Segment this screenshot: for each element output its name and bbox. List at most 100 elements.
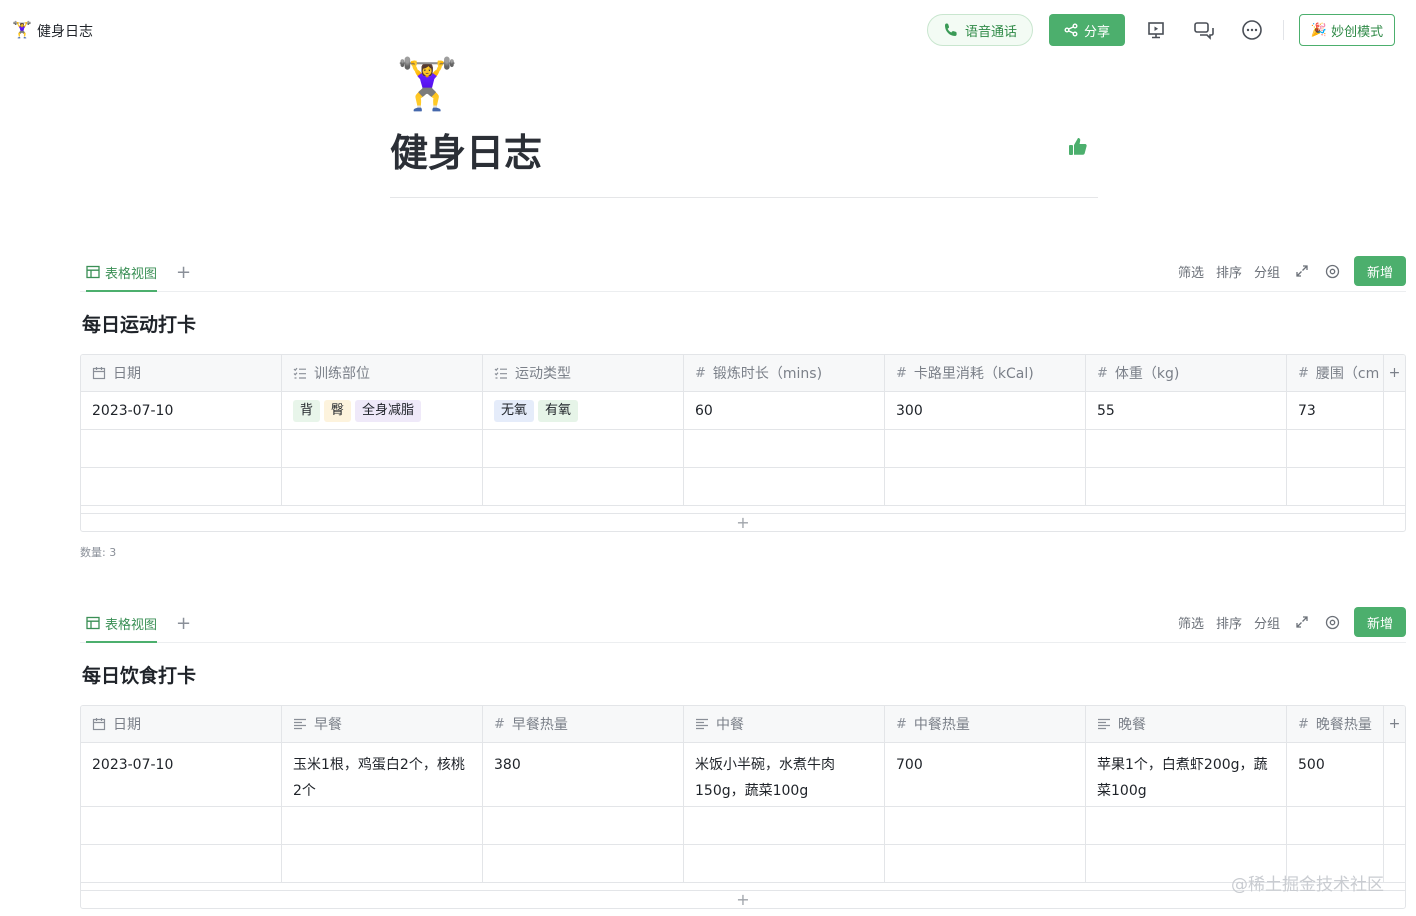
calories-cell[interactable]: 300	[885, 392, 1086, 429]
dinner-cell[interactable]: 苹果1个，白煮虾200g，蔬菜100g	[1086, 743, 1287, 806]
breakfast-cell[interactable]: 玉米1根，鸡蛋白2个，核桃2个	[282, 743, 483, 806]
voice-call-button[interactable]: 语音通话	[927, 14, 1033, 46]
empty-cell[interactable]	[483, 468, 684, 505]
empty-cell[interactable]	[483, 430, 684, 467]
expand-icon[interactable]	[1292, 261, 1312, 281]
tab-table-view[interactable]: 表格视图	[86, 605, 158, 643]
body-part-cell[interactable]: 背 臀 全身减脂	[282, 392, 483, 429]
row-filler	[1384, 468, 1405, 505]
party-icon: 🎉	[1310, 22, 1328, 38]
new-record-button[interactable]: 新增	[1354, 607, 1406, 637]
column-header[interactable]: # 锻炼时长（mins)	[684, 355, 885, 391]
text-icon	[695, 717, 709, 731]
empty-cell[interactable]	[483, 807, 684, 844]
more-icon[interactable]	[1240, 18, 1264, 42]
empty-cell[interactable]	[282, 430, 483, 467]
date-cell[interactable]: 2023-07-10	[81, 743, 282, 806]
add-view-icon[interactable]: +	[176, 262, 191, 283]
column-header[interactable]: # 腰围（cm	[1287, 355, 1384, 391]
empty-cell[interactable]	[1287, 430, 1384, 467]
column-header[interactable]: # 体重（kg)	[1086, 355, 1287, 391]
table-row[interactable]	[81, 430, 1405, 468]
expand-icon[interactable]	[1292, 612, 1312, 632]
sort-button[interactable]: 排序	[1216, 613, 1242, 632]
database-title[interactable]: 每日饮食打卡	[80, 661, 1406, 689]
comment-icon[interactable]	[1192, 18, 1216, 42]
dinner-kcal-cell[interactable]: 500	[1287, 743, 1384, 806]
calendar-icon	[92, 717, 106, 731]
breakfast-kcal-cell[interactable]: 380	[483, 743, 684, 806]
empty-cell[interactable]	[81, 430, 282, 467]
empty-cell[interactable]	[684, 430, 885, 467]
settings-icon[interactable]	[1322, 261, 1342, 281]
sort-button[interactable]: 排序	[1216, 262, 1242, 281]
column-header[interactable]: # 中餐热量	[885, 706, 1086, 742]
empty-cell[interactable]	[885, 807, 1086, 844]
add-view-icon[interactable]: +	[176, 613, 191, 634]
number-icon: #	[494, 716, 505, 732]
empty-cell[interactable]	[282, 845, 483, 882]
share-button[interactable]: 分享	[1049, 14, 1125, 46]
column-header[interactable]: 日期	[81, 355, 282, 391]
empty-cell[interactable]	[81, 845, 282, 882]
table-header: 日期 训练部位 运动类型 # 锻炼时长（mins) # 卡路里消耗（kCal) # 体…	[81, 355, 1405, 392]
empty-cell[interactable]	[684, 807, 885, 844]
table-row[interactable]: 2023-07-10 玉米1根，鸡蛋白2个，核桃2个 380 米饭小半碗，水煮牛…	[81, 743, 1405, 807]
share-label: 分享	[1083, 24, 1110, 40]
empty-cell[interactable]	[885, 845, 1086, 882]
table-row[interactable]	[81, 807, 1405, 845]
column-header[interactable]: 中餐	[684, 706, 885, 742]
empty-cell[interactable]	[282, 807, 483, 844]
lunch-cell[interactable]: 米饭小半碗，水煮牛肉150g，蔬菜100g	[684, 743, 885, 806]
empty-cell[interactable]	[885, 468, 1086, 505]
row-filler	[1384, 845, 1405, 882]
thumbs-up-icon[interactable]	[1066, 135, 1090, 159]
page-title[interactable]: 健身日志	[390, 122, 542, 177]
group-button[interactable]: 分组	[1254, 613, 1280, 632]
duration-cell[interactable]: 60	[684, 392, 885, 429]
group-button[interactable]: 分组	[1254, 262, 1280, 281]
empty-cell[interactable]	[282, 468, 483, 505]
page-emoji-icon[interactable]: 🏋️‍♀️	[396, 56, 458, 112]
column-header[interactable]: 早餐	[282, 706, 483, 742]
column-header[interactable]: # 卡路里消耗（kCal)	[885, 355, 1086, 391]
table-row[interactable]	[81, 845, 1405, 883]
empty-cell[interactable]	[684, 468, 885, 505]
empty-cell[interactable]	[1287, 807, 1384, 844]
lunch-kcal-cell[interactable]: 700	[885, 743, 1086, 806]
magic-mode-button[interactable]: 🎉 妙创模式	[1299, 14, 1395, 46]
filter-button[interactable]: 筛选	[1178, 262, 1204, 281]
column-header[interactable]: # 早餐热量	[483, 706, 684, 742]
add-column-icon[interactable]: +	[1384, 355, 1405, 391]
tab-table-view[interactable]: 表格视图	[86, 254, 158, 292]
type-cell[interactable]: 无氧 有氧	[483, 392, 684, 429]
column-header[interactable]: 晚餐	[1086, 706, 1287, 742]
empty-cell[interactable]	[1287, 468, 1384, 505]
add-column-icon[interactable]: +	[1384, 706, 1405, 742]
empty-cell[interactable]	[1086, 807, 1287, 844]
add-row-icon[interactable]: +	[81, 890, 1405, 908]
new-record-button[interactable]: 新增	[1354, 256, 1406, 286]
column-header[interactable]: 运动类型	[483, 355, 684, 391]
filter-button[interactable]: 筛选	[1178, 613, 1204, 632]
empty-cell[interactable]	[885, 430, 1086, 467]
empty-cell[interactable]	[81, 468, 282, 505]
column-header[interactable]: # 晚餐热量	[1287, 706, 1384, 742]
empty-cell[interactable]	[684, 845, 885, 882]
empty-cell[interactable]	[1086, 468, 1287, 505]
database-title[interactable]: 每日运动打卡	[80, 310, 1406, 338]
empty-cell[interactable]	[1086, 430, 1287, 467]
present-icon[interactable]	[1144, 18, 1168, 42]
table-row[interactable]	[81, 468, 1405, 506]
tag: 臀	[324, 399, 352, 422]
waist-cell[interactable]: 73	[1287, 392, 1384, 429]
add-row-icon[interactable]: +	[81, 513, 1405, 531]
column-header[interactable]: 训练部位	[282, 355, 483, 391]
empty-cell[interactable]	[81, 807, 282, 844]
date-cell[interactable]: 2023-07-10	[81, 392, 282, 429]
weight-cell[interactable]: 55	[1086, 392, 1287, 429]
table-row[interactable]: 2023-07-10 背 臀 全身减脂 无氧 有氧 60 300 55 73	[81, 392, 1405, 430]
settings-icon[interactable]	[1322, 612, 1342, 632]
empty-cell[interactable]	[483, 845, 684, 882]
column-header[interactable]: 日期	[81, 706, 282, 742]
